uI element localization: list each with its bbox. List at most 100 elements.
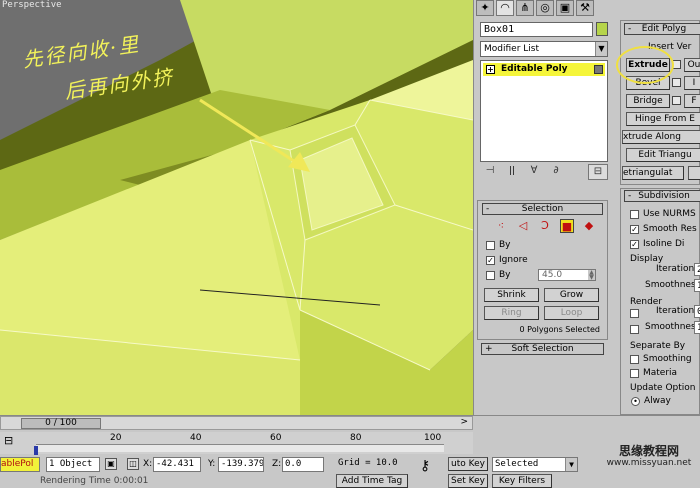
motion-tab-icon[interactable]: ◎ bbox=[536, 0, 554, 16]
remove-modifier-icon[interactable]: ∂ bbox=[546, 164, 566, 180]
stack-visibility-icon[interactable] bbox=[594, 65, 603, 74]
update-always-option[interactable]: • Alway bbox=[631, 396, 671, 406]
create-tab-icon[interactable]: ✦ bbox=[476, 0, 494, 16]
separate-smoothing-checkbox[interactable] bbox=[630, 354, 639, 364]
object-name-field[interactable]: Box01 bbox=[480, 22, 593, 37]
bridge-settings-icon[interactable] bbox=[672, 96, 681, 105]
ignore-backfacing-checkbox[interactable]: ✓ bbox=[486, 255, 495, 265]
by-angle-option[interactable]: By bbox=[486, 270, 511, 280]
render-smoothness-spinner[interactable]: 1 bbox=[694, 321, 700, 334]
outline-button[interactable]: Ou bbox=[684, 58, 700, 72]
key-selection-dropdown[interactable]: Selected ▼ bbox=[492, 457, 578, 472]
next-frame-arrow-icon[interactable]: > bbox=[460, 417, 468, 427]
flip-button[interactable]: F bbox=[684, 94, 700, 108]
polygon-icon[interactable]: ■ bbox=[560, 219, 574, 233]
turn-button[interactable] bbox=[688, 166, 700, 180]
command-panel-tabs: ✦ ◠ ⋔ ◎ ▣ ⚒ bbox=[476, 0, 616, 18]
edit-triangulation-button[interactable]: Edit Triangu bbox=[626, 148, 700, 162]
track-bar[interactable]: 20 40 60 80 100 ⊟ bbox=[0, 432, 473, 455]
shrink-button[interactable]: Shrink bbox=[484, 288, 539, 302]
extrude-along-spline-button[interactable]: xtrude Along bbox=[622, 130, 700, 144]
isoline-display-label: Isoline Di bbox=[643, 239, 685, 249]
z-coord-field[interactable]: 0.0 bbox=[282, 457, 324, 472]
subobject-icons: ⁖ ◁ Ɔ ■ ◆ bbox=[494, 219, 596, 233]
tick-label-100: 100 bbox=[424, 433, 442, 443]
render-smoothness-label: Smoothness: bbox=[645, 322, 700, 332]
mode-tag: ablePol bbox=[0, 457, 40, 472]
bevel-settings-icon[interactable] bbox=[672, 78, 681, 87]
isoline-display-option[interactable]: ✓ Isoline Di bbox=[630, 239, 684, 249]
iterations-spinner[interactable]: 2 bbox=[694, 263, 700, 276]
spinner-arrows-icon[interactable]: ▲ ▼ bbox=[588, 270, 595, 281]
hierarchy-tab-icon[interactable]: ⋔ bbox=[516, 0, 534, 16]
subdivision-title[interactable]: - Subdivision bbox=[624, 190, 700, 202]
soft-selection-rollout-title[interactable]: + Soft Selection bbox=[481, 343, 604, 355]
make-unique-icon[interactable]: ∀ bbox=[524, 164, 544, 180]
add-time-tag-button[interactable]: Add Time Tag bbox=[336, 474, 408, 488]
render-smoothness-checkbox[interactable] bbox=[630, 325, 639, 334]
update-always-radio[interactable]: • bbox=[631, 396, 640, 406]
lock-selection-icon[interactable]: ▣ bbox=[105, 458, 117, 470]
by-angle-checkbox[interactable] bbox=[486, 270, 495, 280]
loop-button[interactable]: Loop bbox=[544, 306, 599, 320]
use-nurms-checkbox[interactable] bbox=[630, 209, 639, 219]
modify-tab-icon[interactable]: ◠ bbox=[496, 0, 514, 16]
chevron-down-icon: ▼ bbox=[565, 458, 577, 471]
by-vertex-option[interactable]: By bbox=[486, 240, 511, 250]
smooth-result-option[interactable]: ✓ Smooth Res bbox=[630, 224, 697, 234]
use-nurms-option[interactable]: Use NURMS bbox=[630, 209, 696, 219]
utilities-tab-icon[interactable]: ⚒ bbox=[576, 0, 594, 16]
by-angle-label: By bbox=[499, 270, 511, 280]
border-icon[interactable]: Ɔ bbox=[538, 219, 552, 233]
current-frame-marker[interactable] bbox=[34, 446, 38, 455]
hinge-from-edge-button[interactable]: Hinge From E bbox=[626, 112, 700, 126]
stack-item-editable-poly[interactable]: + Editable Poly bbox=[483, 63, 605, 76]
stack-toolbar: ⊣ ǀǀ ∀ ∂ ⊟ bbox=[480, 164, 608, 180]
selection-rollout-title[interactable]: - Selection bbox=[482, 203, 603, 215]
retriangulate-button[interactable]: etriangulat bbox=[622, 166, 684, 180]
time-slider[interactable]: 0 / 100 > bbox=[0, 416, 473, 430]
vertex-icon[interactable]: ⁖ bbox=[494, 219, 508, 233]
show-end-result-icon[interactable]: ǀǀ bbox=[502, 164, 522, 180]
viewport-label[interactable]: Perspective bbox=[2, 0, 62, 10]
grow-button[interactable]: Grow bbox=[544, 288, 599, 302]
y-coord-field[interactable]: -139.379 bbox=[218, 457, 264, 472]
key-filters-button[interactable]: Key Filters bbox=[492, 474, 552, 488]
ignore-backfacing-option[interactable]: ✓ Ignore bbox=[486, 255, 528, 265]
isoline-display-checkbox[interactable]: ✓ bbox=[630, 239, 639, 249]
object-color-swatch[interactable] bbox=[596, 22, 608, 36]
time-slider-thumb[interactable]: 0 / 100 bbox=[21, 418, 101, 429]
update-options-group-label: Update Option bbox=[630, 383, 696, 393]
inset-button[interactable]: I bbox=[684, 76, 700, 90]
element-icon[interactable]: ◆ bbox=[582, 219, 596, 233]
expand-icon[interactable]: + bbox=[486, 65, 495, 74]
ring-button[interactable]: Ring bbox=[484, 306, 539, 320]
auto-key-button[interactable]: uto Key bbox=[448, 457, 488, 471]
set-key-button[interactable]: Set Key bbox=[448, 474, 488, 488]
edge-icon[interactable]: ◁ bbox=[516, 219, 530, 233]
smooth-result-checkbox[interactable]: ✓ bbox=[630, 224, 639, 234]
x-coord-label: X: bbox=[143, 459, 153, 469]
track-menu-icon[interactable]: ⊟ bbox=[4, 434, 13, 447]
smoothness-spinner[interactable]: 1 bbox=[694, 279, 700, 292]
separate-materials-option[interactable]: Materia bbox=[630, 368, 677, 378]
bridge-button[interactable]: Bridge bbox=[626, 94, 670, 108]
separate-materials-label: Materia bbox=[643, 368, 678, 378]
modifier-list-dropdown[interactable]: Modifier List ▼ bbox=[480, 41, 608, 57]
separate-smoothing-option[interactable]: Smoothing bbox=[630, 354, 692, 364]
render-iterations-checkbox[interactable] bbox=[630, 309, 639, 318]
expand-icon: + bbox=[485, 344, 493, 354]
perspective-viewport[interactable]: Perspective 先径向收·里 后再向外挤 bbox=[0, 0, 473, 415]
key-mode-icon[interactable]: ⚷ bbox=[420, 458, 430, 474]
x-coord-field[interactable]: -42.431 bbox=[153, 457, 201, 472]
key-selection-value: Selected bbox=[495, 459, 539, 469]
by-vertex-checkbox[interactable] bbox=[486, 240, 495, 250]
edit-polygons-title[interactable]: - Edit Polyg bbox=[624, 23, 700, 35]
configure-modifier-sets-icon[interactable]: ⊟ bbox=[588, 164, 608, 180]
separate-materials-checkbox[interactable] bbox=[630, 368, 639, 378]
display-tab-icon[interactable]: ▣ bbox=[556, 0, 574, 16]
angle-spinner[interactable]: 45.0 ▲ ▼ bbox=[538, 269, 596, 281]
render-iterations-spinner[interactable]: 0 bbox=[694, 305, 700, 318]
absolute-mode-icon[interactable]: ◫ bbox=[127, 458, 139, 470]
pin-stack-icon[interactable]: ⊣ bbox=[480, 164, 500, 180]
